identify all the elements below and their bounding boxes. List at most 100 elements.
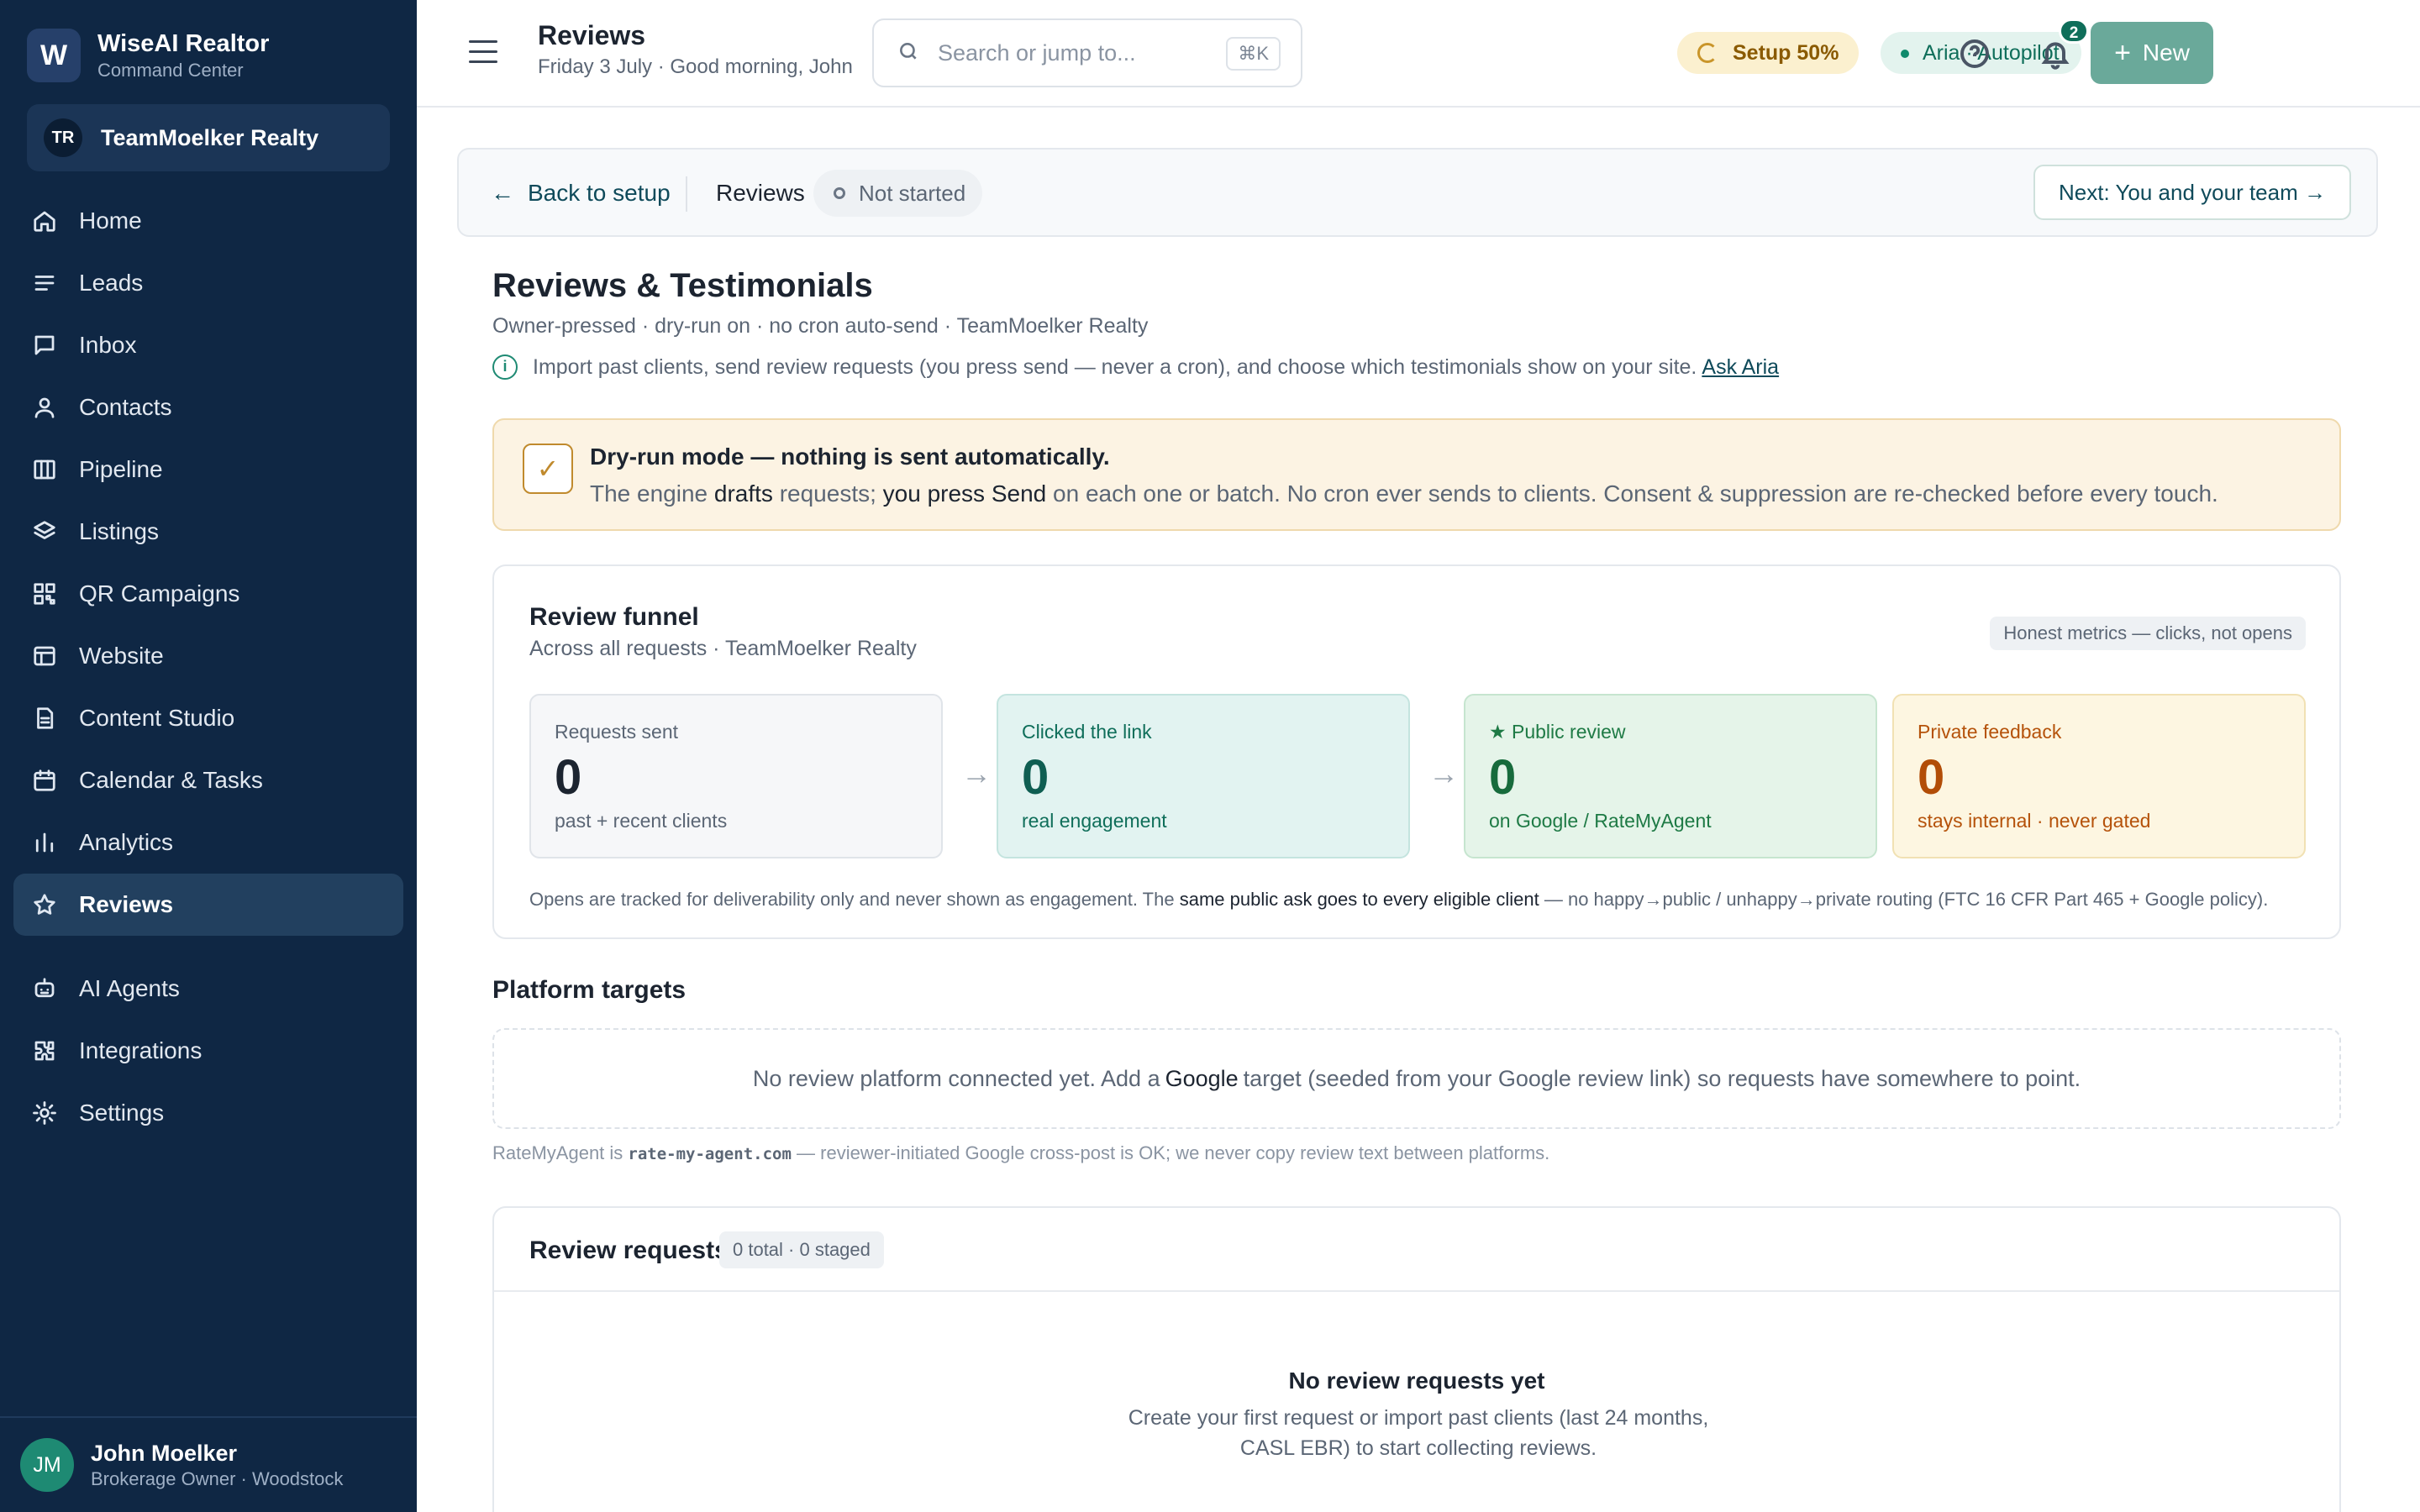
arrow-right-icon: → [1428, 756, 1459, 790]
domain-code: rate-my-agent.com [628, 1145, 792, 1163]
section-title: Reviews & Testimonials [492, 267, 873, 304]
team-name: TeamMoelker Realty [101, 124, 319, 150]
stage-label: Clicked the link [1022, 721, 1152, 743]
avatar: JM [20, 1438, 74, 1492]
sidebar-item-label: Contacts [79, 394, 172, 420]
note-text: RateMyAgent is [492, 1142, 623, 1163]
stage-note: on Google / RateMyAgent [1489, 810, 1712, 832]
review-requests-title: Review requests [529, 1236, 729, 1264]
sidebar-item-reviews[interactable]: Reviews [13, 874, 403, 936]
status-badge-label: Not started [859, 181, 966, 206]
back-to-setup-label: Back to setup [528, 180, 671, 206]
stage-value: 0 [1489, 750, 1517, 805]
funnel-stage-private-feedback: Private feedback 0 stays internal · neve… [1892, 694, 2306, 858]
sidebar-item-label: Calendar & Tasks [79, 767, 263, 793]
empty-text: No review platform connected yet. Add a [752, 1065, 1160, 1091]
sidebar-item-calendar-tasks[interactable]: Calendar & Tasks [13, 749, 403, 811]
menu-icon[interactable] [469, 40, 497, 67]
note-text: — reviewer-initiated Google cross-post i… [797, 1142, 1550, 1163]
sidebar-item-label: AI Agents [79, 975, 180, 1001]
sidebar-item-integrations[interactable]: Integrations [13, 1020, 403, 1082]
dry-run-body: The engine drafts requests; you press Se… [590, 480, 2218, 507]
brand[interactable]: W WiseAI Realtor Command Center [27, 29, 269, 82]
sidebar-item-label: Inbox [79, 332, 137, 358]
arrow-left-icon: ← [491, 180, 514, 206]
back-to-setup-link[interactable]: ← Back to setup [491, 180, 671, 207]
sidebar-item-settings[interactable]: Settings [13, 1082, 403, 1144]
funnel-stage-clicked: Clicked the link 0 real engagement [997, 694, 1410, 858]
gear-icon [30, 1099, 59, 1127]
section-subtitle: Owner-pressed · dry-run on · no cron aut… [492, 314, 1149, 338]
sidebar-item-content-studio[interactable]: Content Studio [13, 687, 403, 749]
honest-metrics-badge: Honest metrics — clicks, not opens [1990, 617, 2306, 650]
stage-note: past + recent clients [555, 810, 728, 832]
page-greeting: Friday 3 July · Good morning, John [538, 55, 853, 78]
notification-count-badge: 2 [2059, 18, 2089, 44]
search-input[interactable]: Search or jump to... ⌘K [872, 18, 1302, 87]
layers-icon [30, 517, 59, 546]
new-button-label: New [2142, 39, 2190, 66]
sidebar-item-label: Website [79, 643, 164, 669]
sidebar-item-inbox[interactable]: Inbox [13, 314, 403, 376]
footnote-emphasis: same public ask goes to every eligible c… [1179, 889, 1539, 910]
dry-run-title: Dry-run mode — nothing is sent automatic… [590, 444, 1110, 470]
chat-icon [30, 331, 59, 360]
team-badge: TR [44, 118, 82, 157]
sidebar-item-pipeline[interactable]: Pipeline [13, 438, 403, 501]
next-step-button[interactable]: Next: You and your team → [2033, 165, 2351, 220]
page-title: Reviews [538, 20, 646, 50]
dry-run-banner: ✓ Dry-run mode — nothing is sent automat… [492, 418, 2341, 531]
platform-targets-title: Platform targets [492, 976, 687, 1004]
home-icon [30, 207, 59, 235]
search-shortcut: ⌘K [1226, 37, 1281, 71]
review-requests-count-badge: 0 total · 0 staged [719, 1231, 884, 1268]
sidebar-item-listings[interactable]: Listings [13, 501, 403, 563]
new-button[interactable]: + New [2091, 22, 2213, 84]
sidebar-item-label: Listings [79, 518, 159, 544]
sidebar-item-website[interactable]: Website [13, 625, 403, 687]
sidebar-item-leads[interactable]: Leads [13, 252, 403, 314]
info-text: Import past clients, send review request… [533, 354, 1697, 379]
stage-label: Requests sent [555, 721, 679, 743]
funnel-stage-public-review: ★ Public review 0 on Google / RateMyAgen… [1464, 694, 1877, 858]
setup-progress-pill[interactable]: Setup 50% [1677, 32, 1860, 74]
brand-name: WiseAI Realtor [97, 30, 270, 57]
user-role: Brokerage Owner · Woodstock [91, 1468, 344, 1489]
footnote-text: — no happy→public / unhappy→private rout… [1544, 889, 2269, 910]
checkmark-icon: ✓ [523, 444, 573, 494]
dry-run-text: The engine [590, 480, 708, 507]
person-icon [30, 393, 59, 422]
funnel-title: Review funnel [529, 603, 699, 631]
user-profile[interactable]: JM John Moelker Brokerage Owner · Woodst… [0, 1416, 417, 1512]
sidebar-item-label: Content Studio [79, 705, 235, 731]
sidebar-item-label: Integrations [79, 1037, 203, 1063]
sidebar-item-label: Pipeline [79, 456, 163, 482]
stage-value: 0 [1022, 750, 1050, 805]
sidebar-item-contacts[interactable]: Contacts [13, 376, 403, 438]
breadcrumb-current: Reviews [716, 180, 805, 206]
dry-run-emphasis: you press Send [882, 480, 1047, 507]
sidebar-item-home[interactable]: Home [13, 190, 403, 252]
empty-state-body: Create your first request or import past… [1128, 1406, 1709, 1460]
search-placeholder: Search or jump to... [938, 39, 1136, 66]
robot-icon [30, 974, 59, 1003]
funnel-subtitle: Across all requests · TeamMoelker Realty [529, 637, 917, 660]
help-icon[interactable] [1958, 37, 1991, 71]
ask-aria-link[interactable]: Ask Aria [1702, 355, 1779, 380]
sidebar-item-label: Analytics [79, 829, 174, 855]
setup-progress-label: Setup 50% [1733, 41, 1839, 65]
columns-icon [30, 455, 59, 484]
sidebar-item-analytics[interactable]: Analytics [13, 811, 403, 874]
status-badge: Not started [813, 170, 983, 217]
sidebar-item-ai-agents[interactable]: AI Agents [13, 958, 403, 1020]
user-name: John Moelker [91, 1441, 238, 1466]
search-icon [897, 40, 919, 66]
funnel-stage-requests-sent: Requests sent 0 past + recent clients [529, 694, 943, 858]
plus-icon: + [2114, 37, 2131, 69]
arrow-right-icon: → [961, 756, 992, 790]
sidebar-item-qr-campaigns[interactable]: QR Campaigns [13, 563, 403, 625]
review-requests-header: Review requests 0 total · 0 staged [494, 1208, 2339, 1292]
team-switcher[interactable]: TR TeamMoelker Realty [27, 104, 390, 171]
brand-logo: W [27, 29, 81, 82]
google-target-link[interactable]: Google [1165, 1066, 1239, 1092]
